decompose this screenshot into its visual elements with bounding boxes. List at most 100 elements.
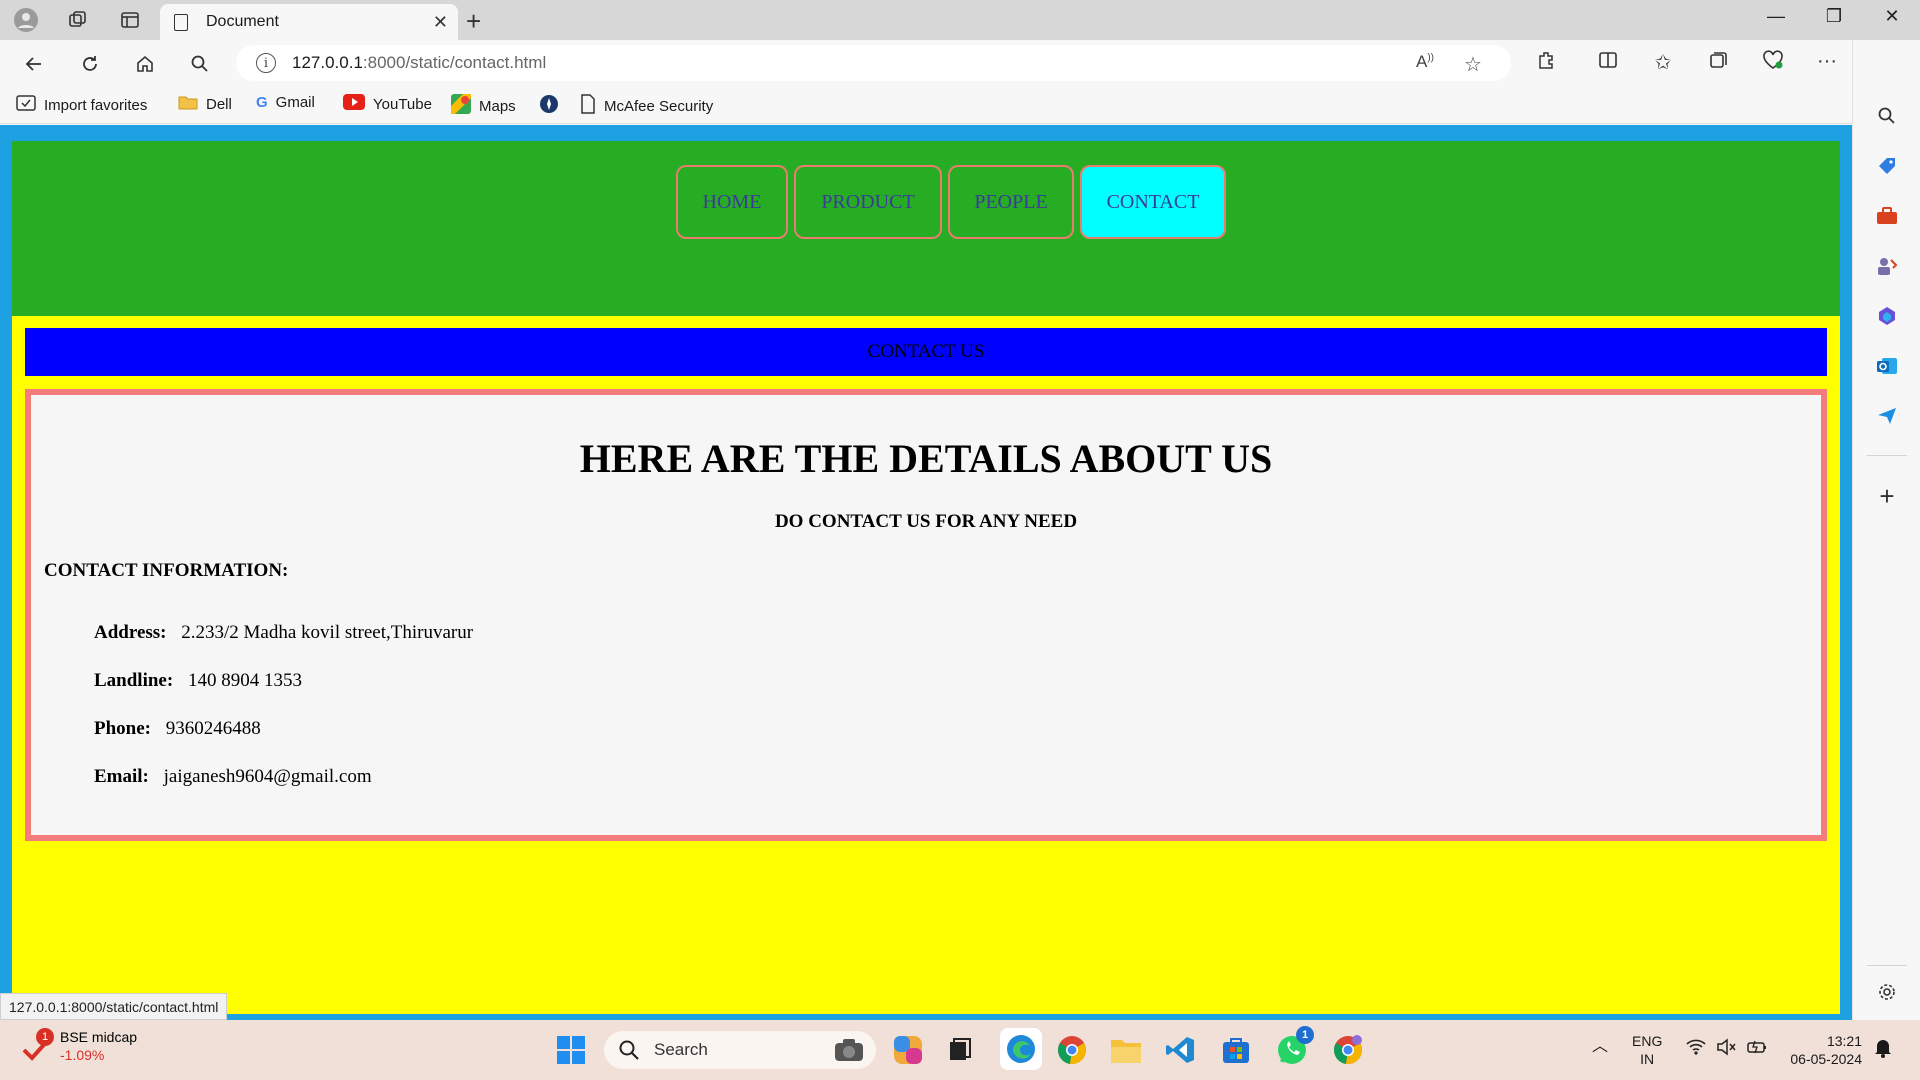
split-screen-icon[interactable] — [1594, 50, 1622, 76]
read-aloud-icon[interactable]: A)) — [1416, 52, 1434, 72]
info-value: 140 8904 1353 — [187, 670, 302, 691]
new-tab-button[interactable]: + — [466, 6, 481, 37]
info-value: 2.233/2 Madha kovil street,Thiruvarur — [181, 622, 474, 643]
whatsapp-badge: 1 — [1296, 1026, 1314, 1044]
file-explorer-icon[interactable] — [1110, 1034, 1142, 1066]
tab-document[interactable]: Document ✕ — [160, 4, 458, 40]
whatsapp-icon[interactable]: 1 — [1276, 1026, 1314, 1066]
browser-titlebar: Document ✕ + — ❐ ✕ — [0, 0, 1920, 40]
site-info-icon[interactable]: i — [256, 53, 276, 73]
restore-button[interactable]: ❐ — [1814, 6, 1854, 27]
info-landline: Landline: 140 8904 1353 — [94, 670, 302, 692]
copilot-preview-icon[interactable] — [892, 1034, 924, 1066]
tray-overflow-icon[interactable]: ︿ — [1592, 1038, 1608, 1056]
nav-product[interactable]: PRODUCT — [794, 165, 942, 239]
import-icon — [16, 94, 36, 116]
info-label: Landline: — [94, 670, 174, 691]
games-icon[interactable] — [1875, 254, 1899, 278]
add-sidebar-app-icon[interactable]: + — [1875, 481, 1899, 511]
vscode-icon[interactable] — [1164, 1034, 1196, 1066]
favorites-icon[interactable]: ✩ — [1649, 50, 1677, 75]
info-value: jaiganesh9604@gmail.com — [163, 766, 372, 787]
close-tab-icon[interactable]: ✕ — [433, 12, 448, 33]
refresh-button[interactable] — [74, 48, 106, 80]
details-box: HERE ARE THE DETAILS ABOUT US DO CONTACT… — [25, 389, 1827, 841]
shopping-tag-icon[interactable] — [1875, 154, 1899, 178]
bookmark-unlabeled[interactable] — [539, 94, 567, 118]
clock[interactable]: 13:21 06-05-2024 — [1782, 1032, 1862, 1068]
bookmark-import-favorites[interactable]: Import favorites — [16, 94, 147, 116]
youtube-icon — [343, 94, 365, 114]
info-label: Phone: — [94, 718, 151, 739]
browser-essentials-icon[interactable] — [1759, 50, 1787, 76]
widget-value: -1.09% — [60, 1047, 105, 1063]
maps-icon — [451, 94, 471, 118]
bookmark-maps[interactable]: Maps — [451, 94, 516, 118]
address-bar[interactable]: i 127.0.0.1:8000/static/contact.html A))… — [236, 45, 1511, 81]
bookmark-youtube[interactable]: YouTube — [343, 94, 432, 114]
sidebar-search-icon[interactable] — [1875, 104, 1899, 128]
bookmark-dell[interactable]: Dell — [178, 94, 232, 114]
minimize-button[interactable]: — — [1756, 6, 1796, 27]
compass-icon — [539, 94, 559, 118]
nav-home[interactable]: HOME — [676, 165, 788, 239]
microsoft-store-icon[interactable] — [1220, 1034, 1252, 1066]
battery-icon[interactable] — [1746, 1038, 1768, 1060]
edge-icon[interactable] — [1000, 1028, 1042, 1070]
widget-title: BSE midcap — [60, 1029, 138, 1045]
info-label: Address: — [94, 622, 167, 643]
home-button[interactable] — [129, 48, 161, 80]
close-window-button[interactable]: ✕ — [1872, 6, 1912, 27]
page-icon — [580, 94, 596, 118]
nav-contact[interactable]: CONTACT — [1080, 165, 1226, 239]
page-viewport: HOME PRODUCT PEOPLE CONTACT CONTACT US H… — [0, 125, 1852, 1020]
notification-bell-icon[interactable] — [1874, 1038, 1892, 1062]
camera-icon — [834, 1037, 864, 1068]
task-view-icon[interactable] — [944, 1034, 976, 1066]
contact-us-banner: CONTACT US — [25, 328, 1827, 376]
market-widget[interactable]: 1 BSE midcap -1.09% — [22, 1028, 137, 1064]
bookmark-mcafee[interactable]: McAfee Security — [580, 94, 713, 118]
tools-icon[interactable] — [1875, 204, 1899, 228]
tab-title: Document — [206, 13, 279, 30]
stock-chart-icon: 1 — [22, 1028, 54, 1061]
info-email: Email: jaiganesh9604@gmail.com — [94, 766, 372, 788]
sidebar-divider — [1867, 965, 1907, 966]
extensions-icon[interactable] — [1532, 50, 1560, 76]
chrome-icon[interactable] — [1056, 1034, 1088, 1066]
taskbar-search[interactable]: Search — [604, 1031, 876, 1069]
page-nav: HOME PRODUCT PEOPLE CONTACT — [12, 141, 1840, 316]
info-value: 9360246488 — [165, 718, 261, 739]
wifi-icon[interactable] — [1686, 1038, 1706, 1060]
status-bar-url: 127.0.0.1:8000/static/contact.html — [0, 993, 228, 1020]
microsoft-365-icon[interactable] — [1875, 304, 1899, 328]
page-icon — [174, 13, 188, 31]
contact-info-heading: CONTACT INFORMATION: — [44, 560, 289, 581]
volume-muted-icon[interactable] — [1716, 1038, 1736, 1060]
search-icon[interactable] — [184, 48, 216, 80]
more-options-icon[interactable]: ··· — [1813, 50, 1841, 73]
back-button[interactable] — [18, 48, 50, 80]
collections-icon[interactable] — [1704, 50, 1732, 76]
outlook-icon[interactable] — [1875, 354, 1899, 378]
sidebar-divider — [1867, 455, 1907, 456]
start-icon[interactable] — [555, 1034, 587, 1066]
details-title: HERE ARE THE DETAILS ABOUT US — [579, 436, 1273, 481]
info-address: Address: 2.233/2 Madha kovil street,Thir… — [94, 622, 473, 644]
chrome-profile-icon[interactable] — [1332, 1034, 1364, 1066]
send-icon[interactable] — [1875, 404, 1899, 428]
vertical-tabs-icon[interactable] — [118, 8, 142, 32]
language-indicator[interactable]: ENG IN — [1632, 1032, 1662, 1068]
search-placeholder: Search — [654, 1040, 708, 1059]
bookmarks-bar: Import favorites Dell G Gmail YouTube Ma… — [0, 86, 1920, 124]
sidebar-settings-icon[interactable] — [1875, 980, 1899, 1004]
favorite-star-icon[interactable]: ☆ — [1464, 52, 1482, 77]
nav-people[interactable]: PEOPLE — [948, 165, 1074, 239]
address-text[interactable]: 127.0.0.1:8000/static/contact.html — [292, 53, 546, 73]
widget-badge: 1 — [36, 1028, 54, 1046]
bookmark-gmail[interactable]: G Gmail — [256, 94, 315, 111]
browser-toolbar: i 127.0.0.1:8000/static/contact.html A))… — [0, 40, 1920, 86]
profile-icon[interactable] — [14, 8, 38, 32]
workspaces-icon[interactable] — [66, 8, 90, 32]
folder-icon — [178, 94, 198, 114]
